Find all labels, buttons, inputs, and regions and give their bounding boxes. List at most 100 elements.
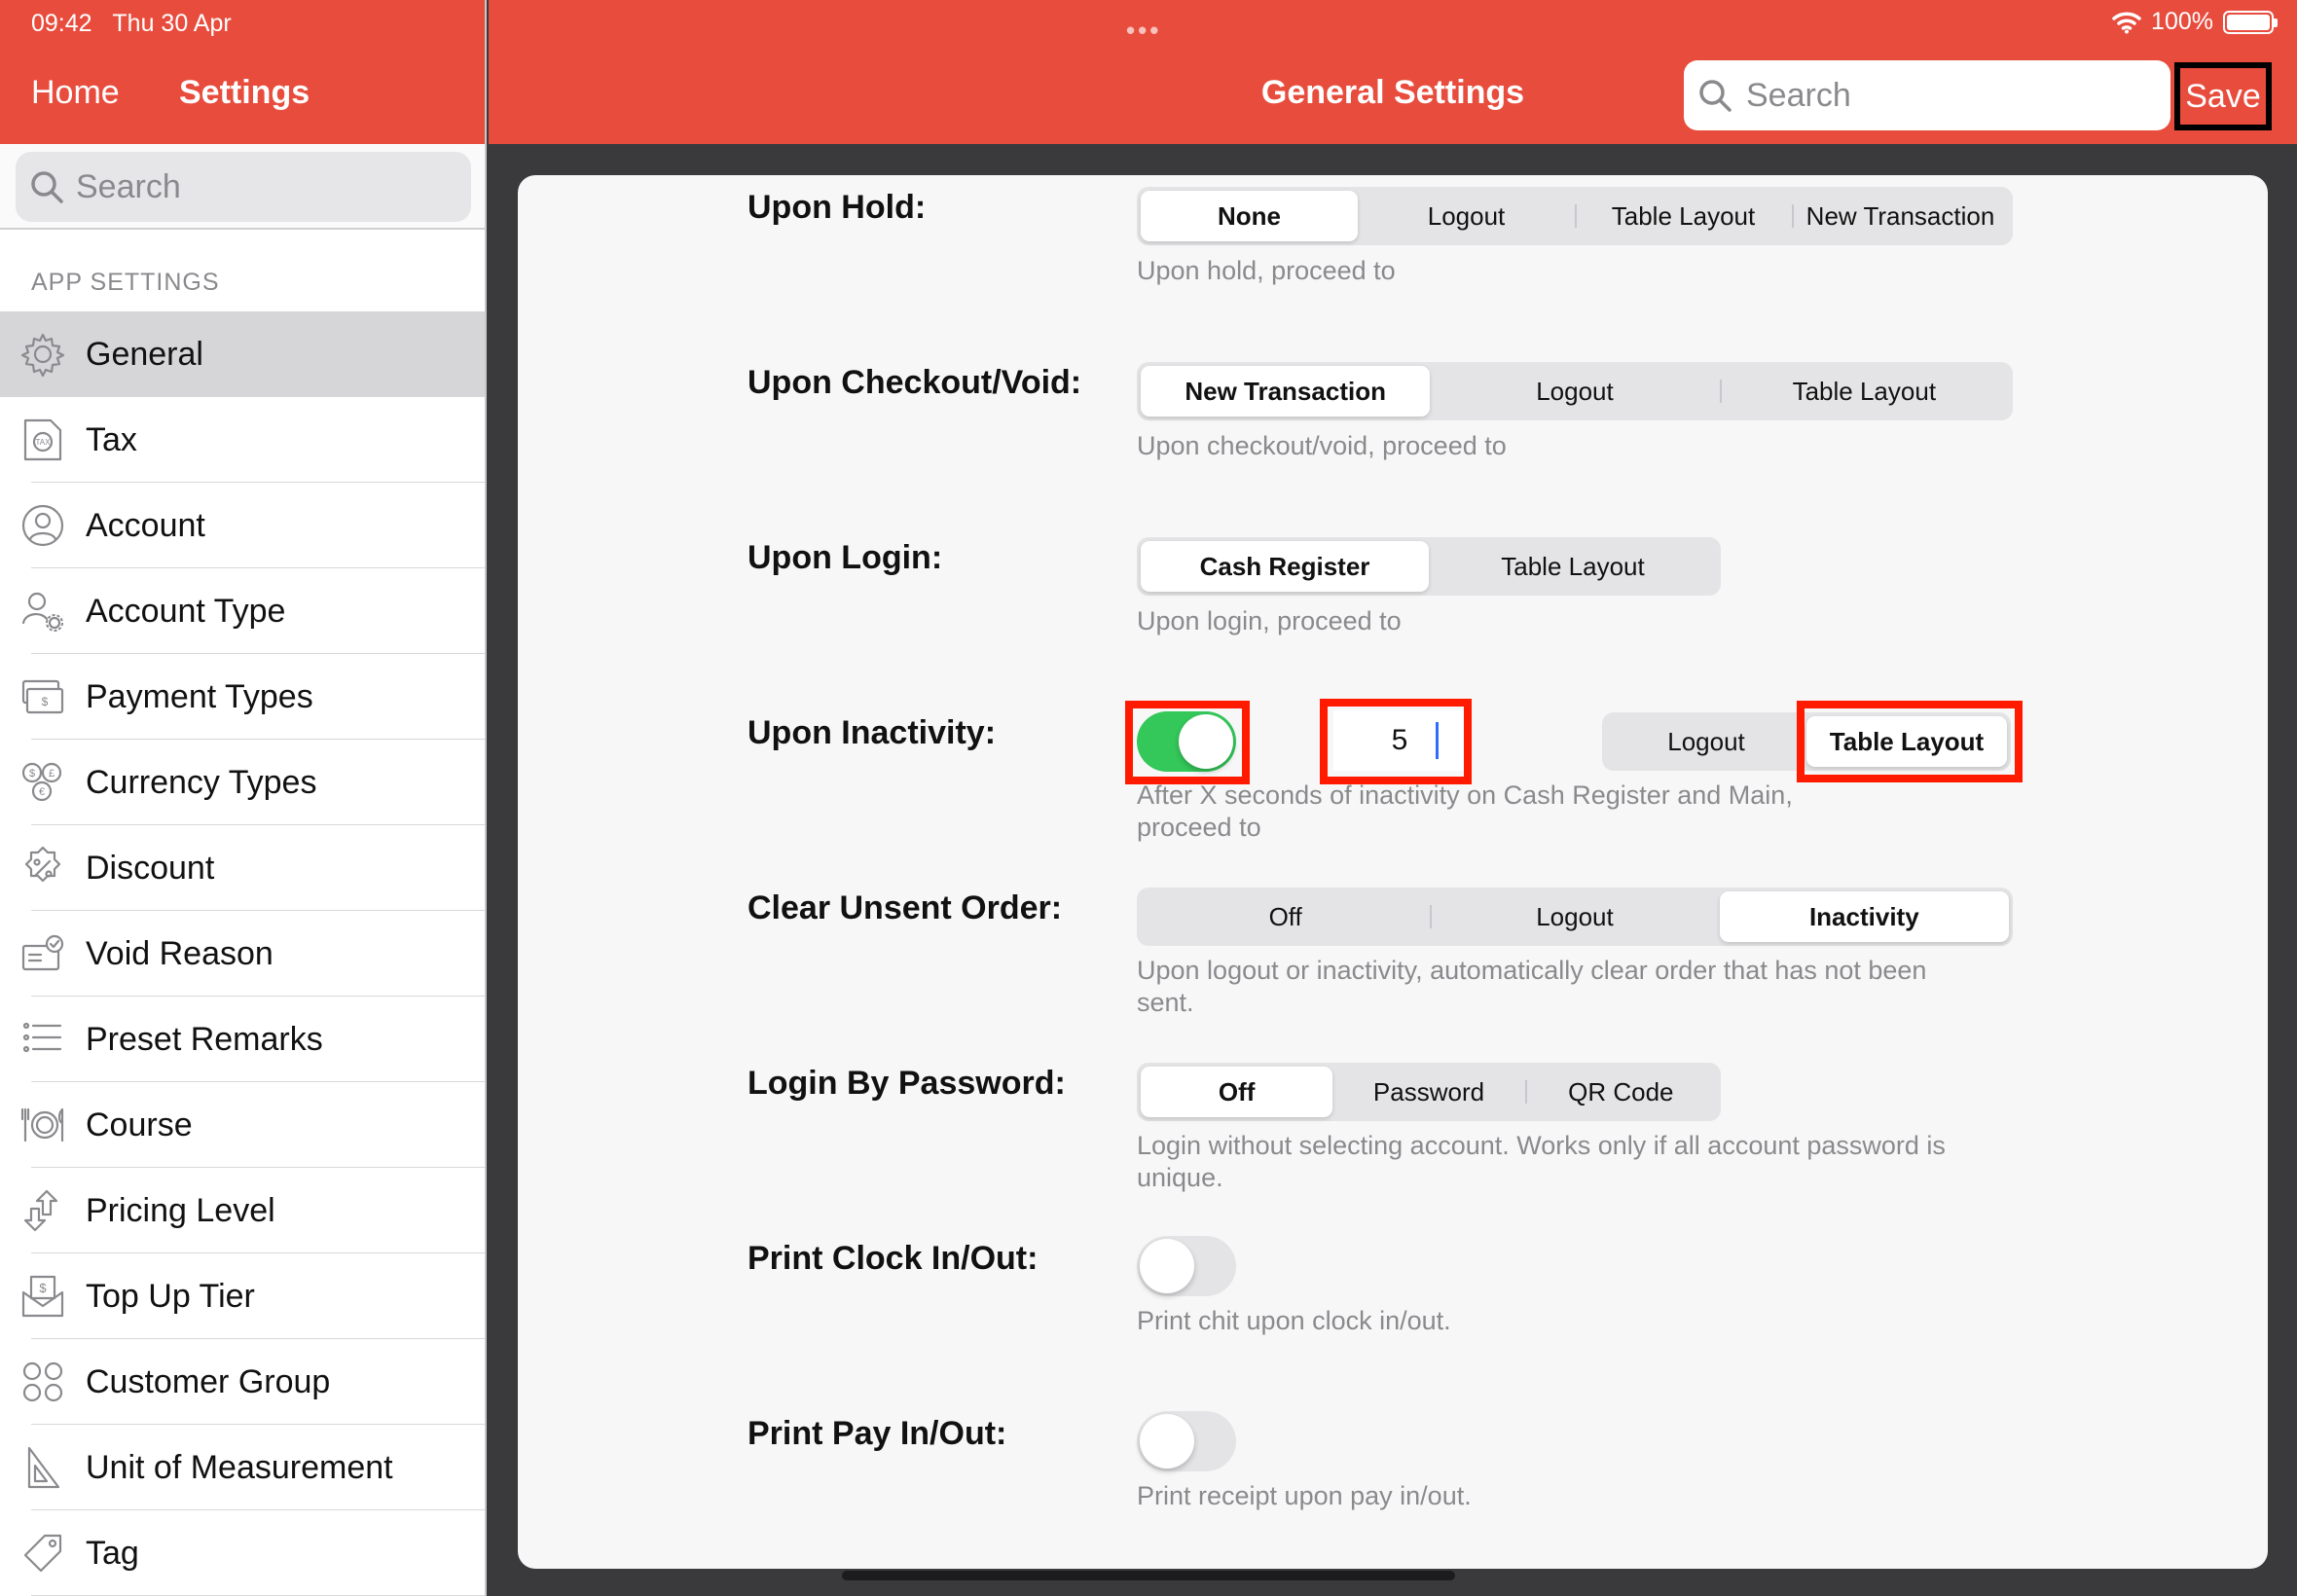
svg-text:TAX: TAX xyxy=(36,438,52,447)
sidebar-item-label: Payment Types xyxy=(86,677,313,715)
upon-inactivity-label: Upon Inactivity: xyxy=(747,714,997,751)
segment-option-password[interactable]: Password xyxy=(1332,1067,1524,1117)
header-search-field[interactable] xyxy=(1684,60,2170,130)
currency-icon: $ £ € xyxy=(18,757,68,808)
sidebar-item-account[interactable]: Account xyxy=(0,483,485,568)
upon-hold-segmented-control: None Logout Table Layout New Transaction xyxy=(1137,187,2013,245)
sidebar-item-discount[interactable]: Discount xyxy=(0,825,485,911)
print-pay-label: Print Pay In/Out: xyxy=(747,1415,1007,1452)
upon-hold-label: Upon Hold: xyxy=(747,189,927,226)
tax-document-icon: TAX xyxy=(18,415,68,465)
sidebar-item-top-up-tier[interactable]: $ Top Up Tier xyxy=(0,1253,485,1339)
gear-icon xyxy=(18,329,68,380)
login-by-password-label: Login By Password: xyxy=(747,1065,1066,1102)
segment-option-table-layout[interactable]: Table Layout xyxy=(1719,366,2009,417)
segment-option-inactivity[interactable]: Inactivity xyxy=(1719,891,2009,942)
customer-group-icon xyxy=(18,1357,68,1407)
print-pay-toggle[interactable] xyxy=(1137,1411,1236,1471)
sidebar-header: 09:42 Thu 30 Apr Home Settings xyxy=(0,0,485,144)
wifi-icon xyxy=(2112,11,2141,33)
multitasking-dots[interactable]: ••• xyxy=(1126,16,1161,46)
upon-login-segmented-control: Cash Register Table Layout xyxy=(1137,537,1721,596)
sidebar-item-course[interactable]: Course xyxy=(0,1082,485,1168)
list-icon xyxy=(18,1014,68,1065)
search-icon xyxy=(31,171,63,203)
segment-option-table-layout[interactable]: Table Layout xyxy=(1806,716,2007,767)
status-right: 100% xyxy=(2112,8,2278,36)
sidebar-item-tag[interactable]: Tag xyxy=(0,1510,485,1596)
sidebar-item-void-reason[interactable]: Void Reason xyxy=(0,911,485,997)
svg-text:£: £ xyxy=(49,768,55,780)
segment-option-new-transaction[interactable]: New Transaction xyxy=(1141,366,1431,417)
segment-option-logout[interactable]: Logout xyxy=(1430,366,1719,417)
user-gear-icon xyxy=(18,586,68,636)
segment-option-off[interactable]: Off xyxy=(1141,1067,1333,1117)
segment-option-logout[interactable]: Logout xyxy=(1606,716,1806,767)
sidebar-search-field[interactable] xyxy=(16,152,471,222)
sidebar-item-pricing-level[interactable]: Pricing Level xyxy=(0,1168,485,1253)
upon-login-description: Upon login, proceed to xyxy=(1137,606,1402,635)
sidebar-item-label: Customer Group xyxy=(86,1362,331,1400)
set-square-icon xyxy=(18,1442,68,1493)
sidebar-item-label: Pricing Level xyxy=(86,1191,275,1229)
sidebar-item-currency-types[interactable]: $ £ € Currency Types xyxy=(0,740,485,825)
sidebar-item-label: Discount xyxy=(86,849,215,887)
segment-option-logout[interactable]: Logout xyxy=(1430,891,1719,942)
segment-option-off[interactable]: Off xyxy=(1141,891,1430,942)
save-button[interactable]: Save xyxy=(2174,62,2272,130)
top-up-envelope-icon: $ xyxy=(18,1271,68,1322)
segment-option-new-transaction[interactable]: New Transaction xyxy=(1792,191,2009,241)
sidebar-item-account-type[interactable]: Account Type xyxy=(0,568,485,654)
upon-inactivity-toggle[interactable] xyxy=(1137,711,1236,772)
print-clock-description: Print chit upon clock in/out. xyxy=(1137,1306,1451,1335)
sidebar-item-payment-types[interactable]: $ Payment Types xyxy=(0,654,485,740)
segment-option-logout[interactable]: Logout xyxy=(1358,191,1575,241)
sidebar-item-label: Preset Remarks xyxy=(86,1020,323,1058)
segment-option-table-layout[interactable]: Table Layout xyxy=(1429,541,1717,592)
sidebar-item-preset-remarks[interactable]: Preset Remarks xyxy=(0,997,485,1082)
sidebar: 09:42 Thu 30 Apr Home Settings APP SETTI… xyxy=(0,0,487,1596)
segment-option-none[interactable]: None xyxy=(1141,191,1358,241)
settings-nav-title: Settings xyxy=(179,74,310,111)
upon-inactivity-segmented-control: Logout Table Layout xyxy=(1602,712,2011,771)
battery-percent: 100% xyxy=(2151,8,2213,35)
sidebar-item-label: Void Reason xyxy=(86,934,273,972)
percent-badge-icon xyxy=(18,843,68,893)
segment-option-qr-code[interactable]: QR Code xyxy=(1524,1067,1717,1117)
upon-checkout-segmented-control: New Transaction Logout Table Layout xyxy=(1137,362,2013,420)
pricing-arrows-icon xyxy=(18,1185,68,1236)
toggle-knob xyxy=(1140,1239,1194,1293)
user-icon xyxy=(18,500,68,551)
sidebar-item-general[interactable]: General xyxy=(0,311,485,397)
sidebar-item-unit-of-measurement[interactable]: Unit of Measurement xyxy=(0,1425,485,1510)
home-nav-button[interactable]: Home xyxy=(31,74,120,112)
print-clock-label: Print Clock In/Out: xyxy=(747,1240,1039,1277)
sidebar-item-label: Unit of Measurement xyxy=(86,1448,393,1486)
clear-unsent-order-segmented-control: Off Logout Inactivity xyxy=(1137,888,2013,946)
header-search-input[interactable] xyxy=(1746,72,2155,119)
sidebar-search-bar xyxy=(0,144,485,230)
segment-option-table-layout[interactable]: Table Layout xyxy=(1575,191,1792,241)
upon-login-label: Upon Login: xyxy=(747,539,943,576)
cash-icon: $ xyxy=(18,671,68,722)
home-indicator[interactable] xyxy=(842,1571,1455,1580)
section-label-app-settings: APP SETTINGS xyxy=(31,269,220,296)
sidebar-search-input[interactable] xyxy=(76,163,446,210)
search-icon xyxy=(1699,80,1732,112)
clear-unsent-order-label: Clear Unsent Order: xyxy=(747,889,1063,926)
sidebar-item-customer-group[interactable]: Customer Group xyxy=(0,1339,485,1425)
sidebar-item-label: Tag xyxy=(86,1534,139,1572)
sidebar-item-tax[interactable]: TAX Tax xyxy=(0,397,485,483)
segment-option-cash-register[interactable]: Cash Register xyxy=(1141,541,1429,592)
sidebar-item-label: Course xyxy=(86,1106,193,1143)
toggle-knob xyxy=(1179,714,1233,769)
upon-inactivity-description: After X seconds of inactivity on Cash Re… xyxy=(1137,780,1793,842)
print-clock-toggle[interactable] xyxy=(1137,1236,1236,1296)
settings-card: Upon Hold: None Logout Table Layout New Tra… xyxy=(518,175,2268,1569)
void-reason-icon xyxy=(18,928,68,979)
inactivity-seconds-input[interactable] xyxy=(1333,710,1466,771)
login-by-password-segmented-control: Off Password QR Code xyxy=(1137,1063,1721,1121)
svg-text:$: $ xyxy=(42,695,49,708)
toggle-knob xyxy=(1140,1414,1194,1469)
login-by-password-description: Login without selecting account. Works o… xyxy=(1137,1131,1946,1192)
